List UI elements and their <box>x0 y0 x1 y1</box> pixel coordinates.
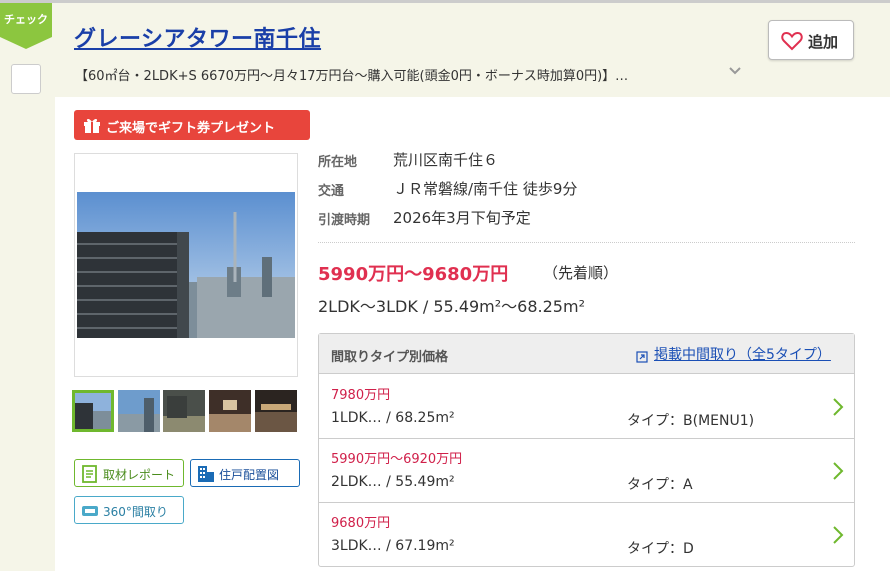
thumbnail[interactable] <box>72 390 114 432</box>
document-icon <box>81 465 99 486</box>
transit-label: 交通 <box>318 184 345 199</box>
all-floorplans-link[interactable]: 掲載中間取り（全5タイプ） <box>654 344 831 364</box>
external-link-icon <box>636 348 648 367</box>
unit-layout-button[interactable]: 住戸配置図 <box>190 459 300 487</box>
floorplan-price: 7980万円 <box>331 388 391 403</box>
delivery-label: 引渡時期 <box>318 213 371 228</box>
gift-icon <box>84 118 100 133</box>
floorplan-price: 5990万円〜6920万円 <box>331 452 463 467</box>
check-tab: チェック <box>0 3 52 49</box>
thumbnail[interactable] <box>209 390 251 432</box>
panorama-icon <box>81 502 99 523</box>
gift-badge: ご来場でギフト券プレゼント <box>74 110 310 140</box>
type-table-title: 間取りタイプ別価格 <box>331 350 449 365</box>
floorplan-type: タイプ：D <box>627 541 694 557</box>
gift-badge-label: ご来場でギフト券プレゼント <box>106 121 276 136</box>
price-note: （先着順） <box>543 264 619 282</box>
add-favorite-button[interactable]: 追加 <box>768 20 854 60</box>
chevron-right-icon <box>832 461 844 485</box>
report-button[interactable]: 取材レポート <box>74 459 184 487</box>
building-icon <box>197 465 215 486</box>
thumbnail[interactable] <box>255 390 297 432</box>
floorplan-row[interactable]: 9680万円 3LDK… / 67.19m² タイプ：D <box>319 503 854 567</box>
chevron-right-icon <box>832 397 844 421</box>
chevron-right-icon <box>832 525 844 549</box>
floorplan-row[interactable]: 5990万円〜6920万円 2LDK… / 55.49m² タイプ：A <box>319 439 854 503</box>
main-photo[interactable] <box>74 153 298 377</box>
check-tab-label: チェック <box>4 13 48 26</box>
property-subtitle: 【60㎡台・2LDK+S 6670万円〜月々17万円台〜購入可能(頭金0円・ボー… <box>75 69 629 84</box>
tour-360-button-label: 360°間取り <box>103 505 168 519</box>
check-checkbox[interactable] <box>11 64 41 94</box>
report-button-label: 取材レポート <box>103 468 176 482</box>
unit-layout-button-label: 住戸配置図 <box>219 468 280 482</box>
price-range: 5990万円〜9680万円 <box>318 264 509 285</box>
floorplan-type: タイプ：B(MENU1) <box>627 413 755 429</box>
thumbnail[interactable] <box>118 390 160 432</box>
floorplan-price: 9680万円 <box>331 516 391 531</box>
delivery-value: 2026年3月下旬予定 <box>393 209 531 227</box>
chevron-down-icon[interactable] <box>728 65 742 79</box>
property-title-link[interactable]: グレーシアタワー南千住 <box>74 21 321 53</box>
building-photo <box>77 192 295 338</box>
location-label: 所在地 <box>318 155 358 170</box>
type-table-header: 間取りタイプ別価格 掲載中間取り（全5タイプ） <box>319 334 854 374</box>
floorplan-type-table: 間取りタイプ別価格 掲載中間取り（全5タイプ） 7980万円 1LDK… / 6… <box>318 333 855 567</box>
property-content: ご来場でギフト券プレゼント 取材レポート 住戸配置図 360°間取り 所在地 荒… <box>55 97 890 571</box>
floorplan-spec: 2LDK… / 55.49m² <box>331 474 455 490</box>
check-column: チェック <box>0 0 55 571</box>
floorplan-type: タイプ：A <box>627 477 693 493</box>
location-value: 荒川区南千住６ <box>393 151 499 169</box>
property-header: グレーシアタワー南千住 【60㎡台・2LDK+S 6670万円〜月々17万円台〜… <box>55 0 890 97</box>
add-favorite-label: 追加 <box>808 33 839 51</box>
heart-icon <box>781 31 803 55</box>
floorplan-spec: 3LDK… / 67.19m² <box>331 538 455 554</box>
floorplan-spec: 1LDK… / 68.25m² <box>331 410 455 426</box>
thumbnail[interactable] <box>163 390 205 432</box>
info-divider <box>318 242 855 243</box>
tour-360-button[interactable]: 360°間取り <box>74 496 184 524</box>
floorplan-row[interactable]: 7980万円 1LDK… / 68.25m² タイプ：B(MENU1) <box>319 375 854 439</box>
size-range: 2LDK〜3LDK / 55.49m²〜68.25m² <box>318 297 585 316</box>
transit-value: ＪＲ常磐線/南千住 徒歩9分 <box>393 180 578 198</box>
